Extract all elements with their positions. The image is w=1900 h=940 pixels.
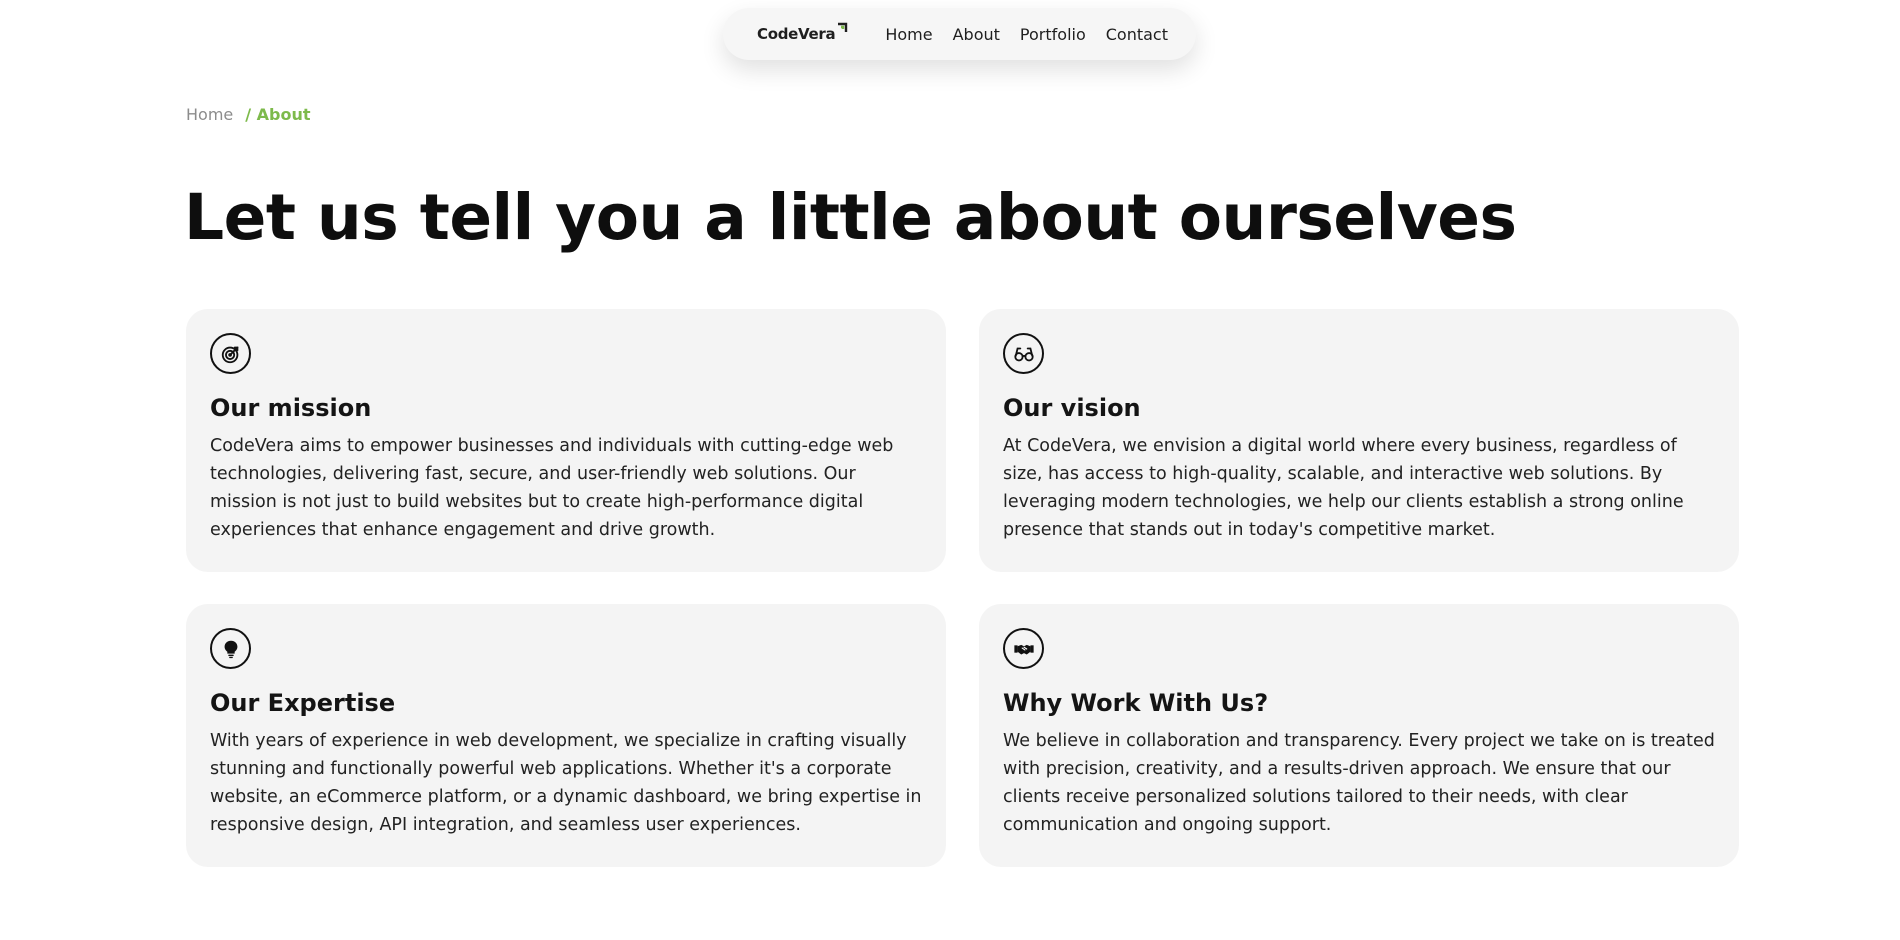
breadcrumb: Home / About [186, 105, 311, 124]
mission-title: Our mission [210, 394, 372, 422]
nav-links: Home About Portfolio Contact [885, 25, 1168, 44]
glasses-icon [1003, 333, 1044, 374]
breadcrumb-current: / About [245, 105, 311, 124]
nav-home-link[interactable]: Home [885, 25, 932, 44]
expertise-text: With years of experience in web developm… [210, 731, 922, 835]
page-headline: Let us tell you a little about ourselves [184, 181, 1517, 254]
why-us-text: We believe in collaboration and transpar… [1003, 731, 1715, 835]
nav-portfolio-link[interactable]: Portfolio [1020, 25, 1086, 44]
mission-card: Our mission CodeVera aims to empower bus… [186, 309, 946, 572]
mission-text: CodeVera aims to empower businesses and … [210, 436, 894, 540]
nav-about-link[interactable]: About [953, 25, 1000, 44]
vision-text: At CodeVera, we envision a digital world… [1003, 436, 1684, 540]
expertise-card: Our Expertise With years of experience i… [186, 604, 946, 867]
why-us-card: Why Work With Us? We believe in collabor… [979, 604, 1739, 867]
breadcrumb-home-link[interactable]: Home [186, 105, 233, 124]
handshake-icon [1003, 628, 1044, 669]
lightbulb-icon [210, 628, 251, 669]
expertise-title: Our Expertise [210, 689, 396, 717]
target-icon [210, 333, 251, 374]
brand-name: CodeVera [757, 25, 836, 43]
logo-mark-icon [838, 22, 848, 32]
top-navbar: CodeVera Home About Portfolio Contact [723, 8, 1196, 60]
vision-title: Our vision [1003, 394, 1141, 422]
nav-contact-link[interactable]: Contact [1106, 25, 1168, 44]
vision-card: Our vision At CodeVera, we envision a di… [979, 309, 1739, 572]
brand-logo[interactable]: CodeVera [757, 22, 848, 43]
why-us-title: Why Work With Us? [1003, 689, 1269, 717]
about-page: CodeVera Home About Portfolio Contact Ho… [0, 0, 1900, 940]
